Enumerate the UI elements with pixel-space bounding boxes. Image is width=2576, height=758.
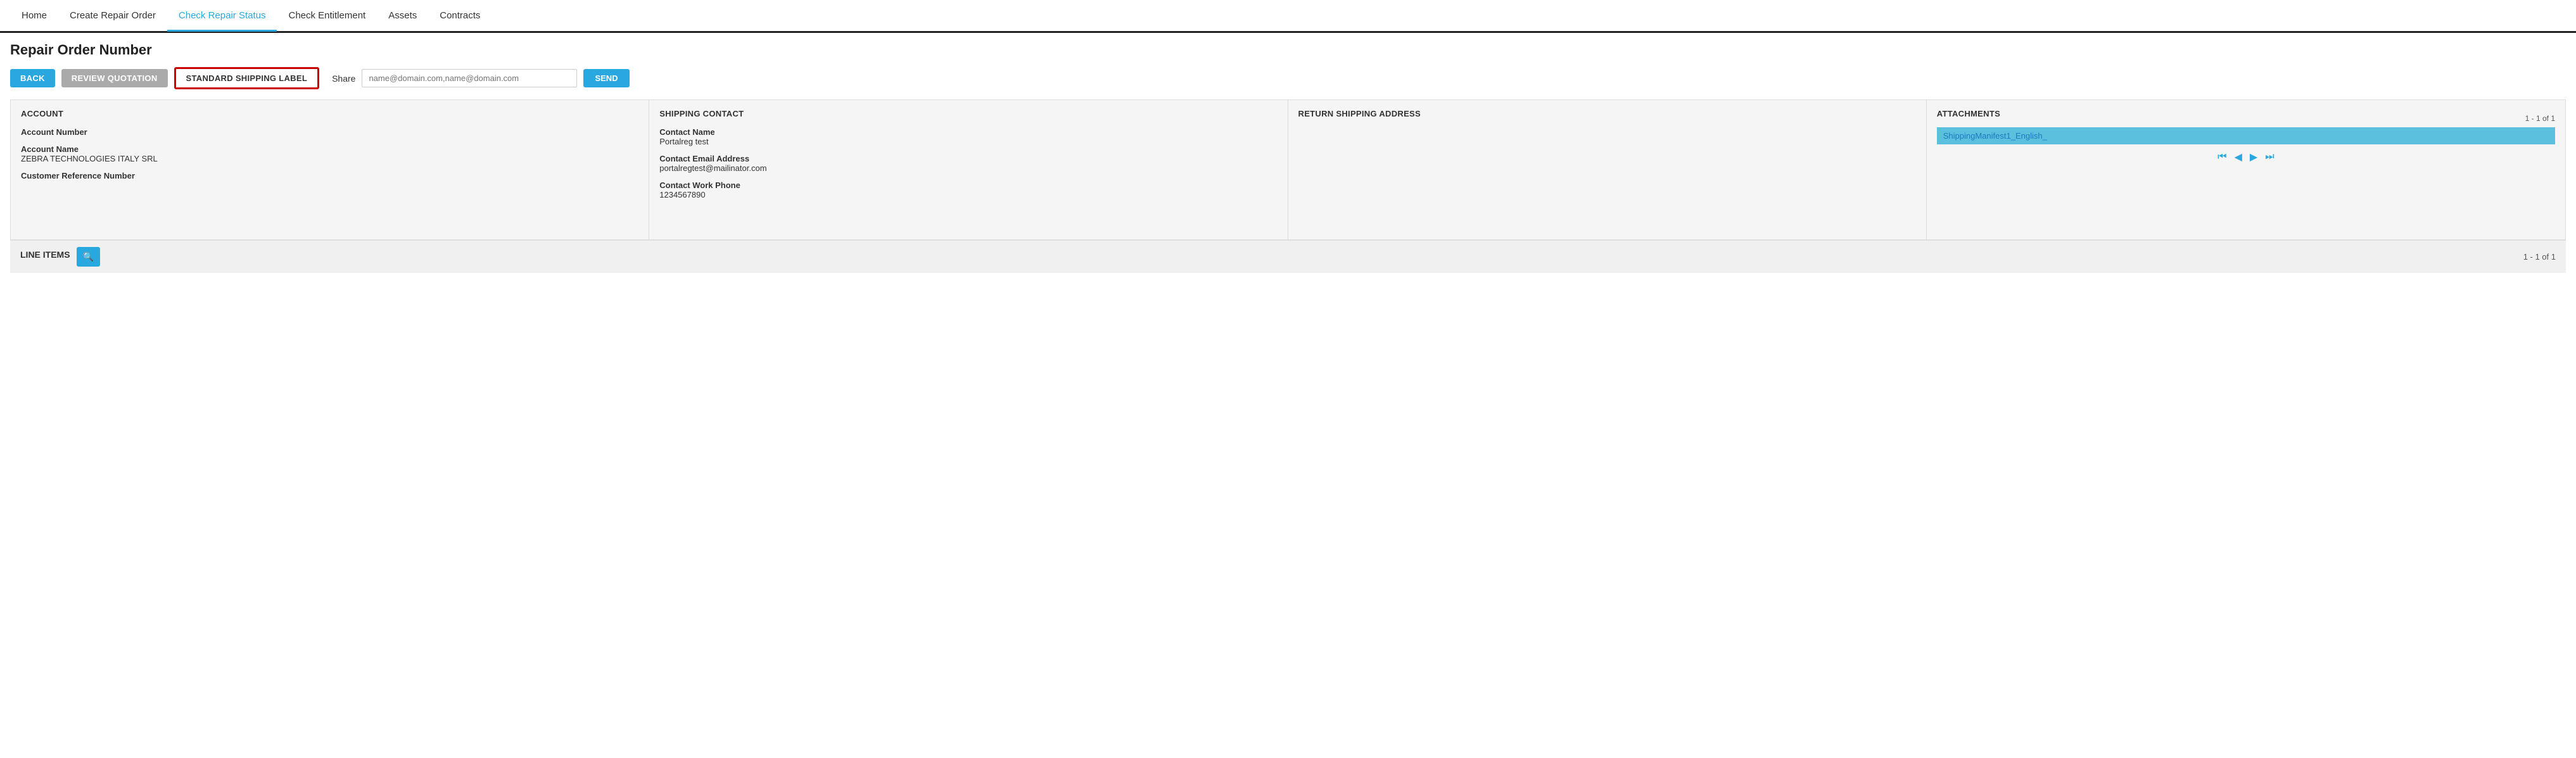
account-number-field: Account Number [21,127,638,137]
attachment-pagination-controls: ⏮ ◀ ▶ ⏭ [1937,151,2555,163]
customer-reference-label: Customer Reference Number [21,171,638,180]
contact-phone-label: Contact Work Phone [659,180,1277,190]
attachments-pagination-info: 1 - 1 of 1 [2525,114,2555,123]
review-quotation-button[interactable]: REVIEW QUOTATION [61,69,168,87]
nav-item-assets[interactable]: Assets [377,1,428,30]
contact-email-field: Contact Email Address portalregtest@mail… [659,154,1277,173]
contact-phone-value: 1234567890 [659,190,1277,199]
nav-item-home[interactable]: Home [10,1,58,30]
nav-item-create-repair-order[interactable]: Create Repair Order [58,1,167,30]
line-items-header: LINE ITEMS [20,250,70,260]
nav-item-check-entitlement[interactable]: Check Entitlement [277,1,377,30]
attachment-link[interactable]: ShippingManifest1_English_ [1943,131,2047,141]
page-content: Repair Order Number BACK REVIEW QUOTATIO… [0,33,2576,282]
send-button[interactable]: SEND [583,69,629,87]
contact-email-label: Contact Email Address [659,154,1277,163]
line-items-pagination: 1 - 1 of 1 [2523,252,2556,262]
standard-shipping-label-button[interactable]: STANDARD SHIPPING LABEL [174,67,320,89]
line-items-search-button[interactable]: 🔍 [77,247,100,267]
contact-name-field: Contact Name Portalreg test [659,127,1277,146]
account-name-value: ZEBRA TECHNOLOGIES ITALY SRL [21,154,638,163]
nav-item-check-repair-status[interactable]: Check Repair Status [167,1,277,32]
shipping-contact-header: SHIPPING CONTACT [659,109,1277,118]
account-number-label: Account Number [21,127,638,137]
back-button[interactable]: BACK [10,69,55,87]
last-page-button[interactable]: ⏭ [2263,151,2276,163]
share-label: Share [332,73,355,84]
attachments-section: ATTACHMENTS 1 - 1 of 1 ShippingManifest1… [1927,100,2565,239]
contact-phone-field: Contact Work Phone 1234567890 [659,180,1277,199]
main-grid: ACCOUNT Account Number Account Name ZEBR… [10,99,2566,240]
return-shipping-header: RETURN SHIPPING ADDRESS [1298,109,1916,118]
nav-item-contracts[interactable]: Contracts [428,1,492,30]
contact-name-label: Contact Name [659,127,1277,137]
customer-reference-field: Customer Reference Number [21,171,638,180]
account-section-header: ACCOUNT [21,109,638,118]
attachments-header-row: ATTACHMENTS 1 - 1 of 1 [1937,109,2555,127]
contact-email-value: portalregtest@mailinator.com [659,163,1277,173]
navigation-bar: Home Create Repair Order Check Repair St… [0,0,2576,33]
line-items-section: LINE ITEMS 🔍 1 - 1 of 1 [10,240,2566,273]
attachment-item[interactable]: ShippingManifest1_English_ [1937,127,2555,144]
shipping-contact-section: SHIPPING CONTACT Contact Name Portalreg … [649,100,1288,239]
toolbar: BACK REVIEW QUOTATION STANDARD SHIPPING … [10,67,2566,89]
share-email-input[interactable] [362,69,577,87]
return-shipping-section: RETURN SHIPPING ADDRESS [1288,100,1927,239]
attachments-header: ATTACHMENTS [1937,109,2000,118]
prev-page-button[interactable]: ◀ [2233,151,2244,163]
account-name-label: Account Name [21,144,638,154]
line-items-row: LINE ITEMS 🔍 1 - 1 of 1 [20,247,2556,267]
next-page-button[interactable]: ▶ [2248,151,2259,163]
contact-name-value: Portalreg test [659,137,1277,146]
account-section: ACCOUNT Account Number Account Name ZEBR… [11,100,649,239]
first-page-button[interactable]: ⏮ [2216,151,2228,163]
page-title: Repair Order Number [10,42,2566,58]
account-name-field: Account Name ZEBRA TECHNOLOGIES ITALY SR… [21,144,638,163]
search-icon: 🔍 [83,251,94,262]
